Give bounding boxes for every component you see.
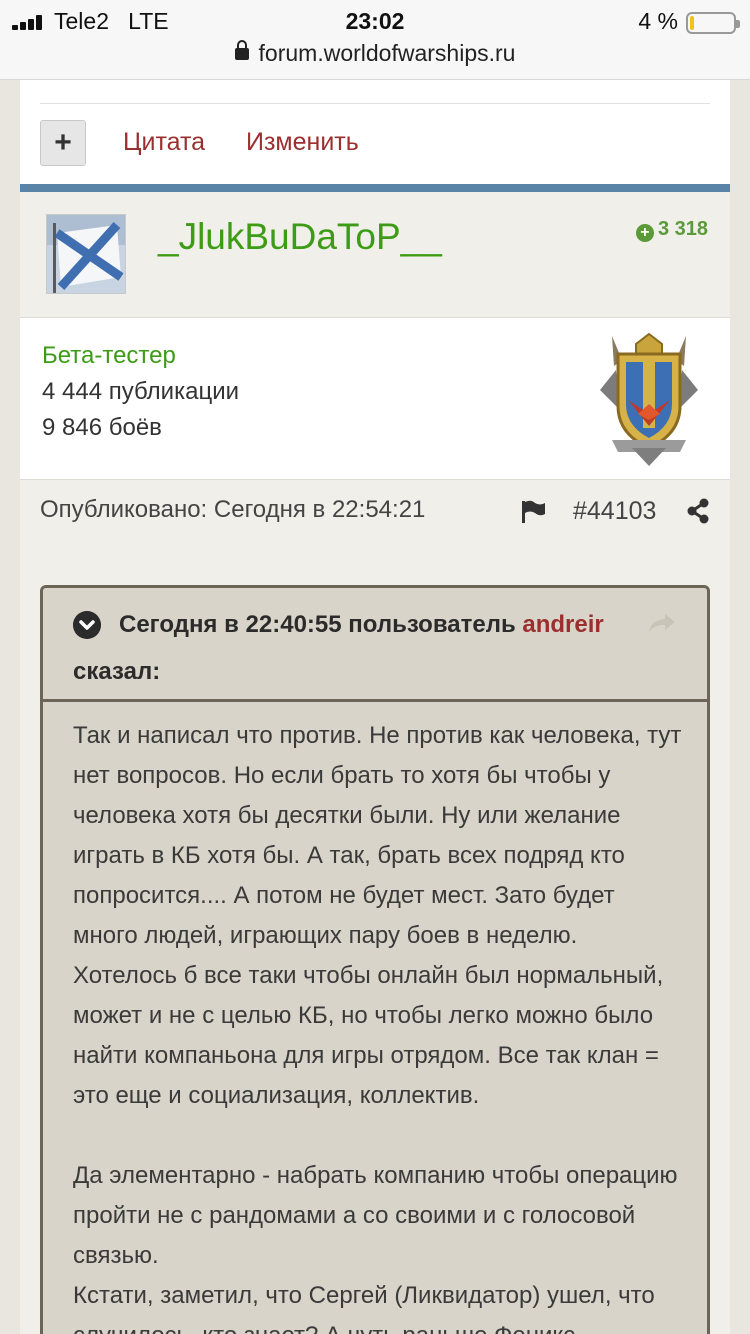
page-content: + Цитата Изменить _JlukBuDaToP__ +3 318 … <box>20 80 730 1334</box>
status-bar: Tele2 LTE 23:02 4 % forum.worldofwarship… <box>0 0 750 80</box>
quote-said: сказал: <box>73 658 161 685</box>
quote-header: Сегодня в 22:40:55 пользователь andreir … <box>43 588 707 702</box>
publications-count: 4 444 публикации <box>42 378 240 405</box>
avatar[interactable] <box>46 214 126 294</box>
reputation-badge: +3 318 <box>635 218 708 242</box>
divider <box>40 103 710 104</box>
address-bar[interactable]: forum.worldofwarships.ru <box>0 40 750 67</box>
post-number[interactable]: #44103 <box>573 497 656 526</box>
flag-icon[interactable] <box>520 500 546 524</box>
author-bar: _JlukBuDaToP__ +3 318 <box>20 192 730 318</box>
quote-body: Так и написал что против. Не против как … <box>43 705 707 1334</box>
url-text: forum.worldofwarships.ru <box>258 40 516 66</box>
chevron-down-icon[interactable] <box>73 611 101 639</box>
quote-date: Сегодня в 22:40:55 пользователь <box>119 611 516 638</box>
edit-link[interactable]: Изменить <box>246 128 359 157</box>
user-group: Бета-тестер <box>42 342 176 369</box>
reply-icon[interactable] <box>647 612 677 634</box>
quote-paragraph: Кстати, заметил, что Сергей (Ликвидатор)… <box>73 1282 655 1334</box>
quote-username[interactable]: andreir <box>522 611 603 638</box>
battles-count: 9 846 боёв <box>42 414 162 441</box>
author-name[interactable]: _JlukBuDaToP__ <box>158 216 442 258</box>
share-icon[interactable] <box>686 498 710 524</box>
quote-link[interactable]: Цитата <box>123 128 205 157</box>
lock-icon <box>234 40 249 60</box>
multiquote-button[interactable]: + <box>40 120 86 166</box>
battery-percent: 4 % <box>638 8 678 34</box>
quote-block: Сегодня в 22:40:55 пользователь andreir … <box>40 585 710 1334</box>
quote-paragraph: Да элементарно - набрать компанию чтобы … <box>73 1162 678 1269</box>
battery-icon <box>686 12 740 34</box>
author-info: Бета-тестер 4 444 публикации 9 846 боёв <box>20 318 730 480</box>
post-date[interactable]: Опубликовано: Сегодня в 22:54:21 <box>40 496 425 524</box>
rank-emblem-icon <box>600 332 698 466</box>
quote-paragraph: Так и написал что против. Не против как … <box>73 722 682 1109</box>
post-meta: Опубликовано: Сегодня в 22:54:21 #44103 <box>20 480 730 540</box>
previous-post-footer: + Цитата Изменить <box>20 80 730 184</box>
post-separator <box>20 184 730 192</box>
reputation-value: 3 318 <box>657 218 708 240</box>
plus-circle-icon: + <box>635 224 654 242</box>
